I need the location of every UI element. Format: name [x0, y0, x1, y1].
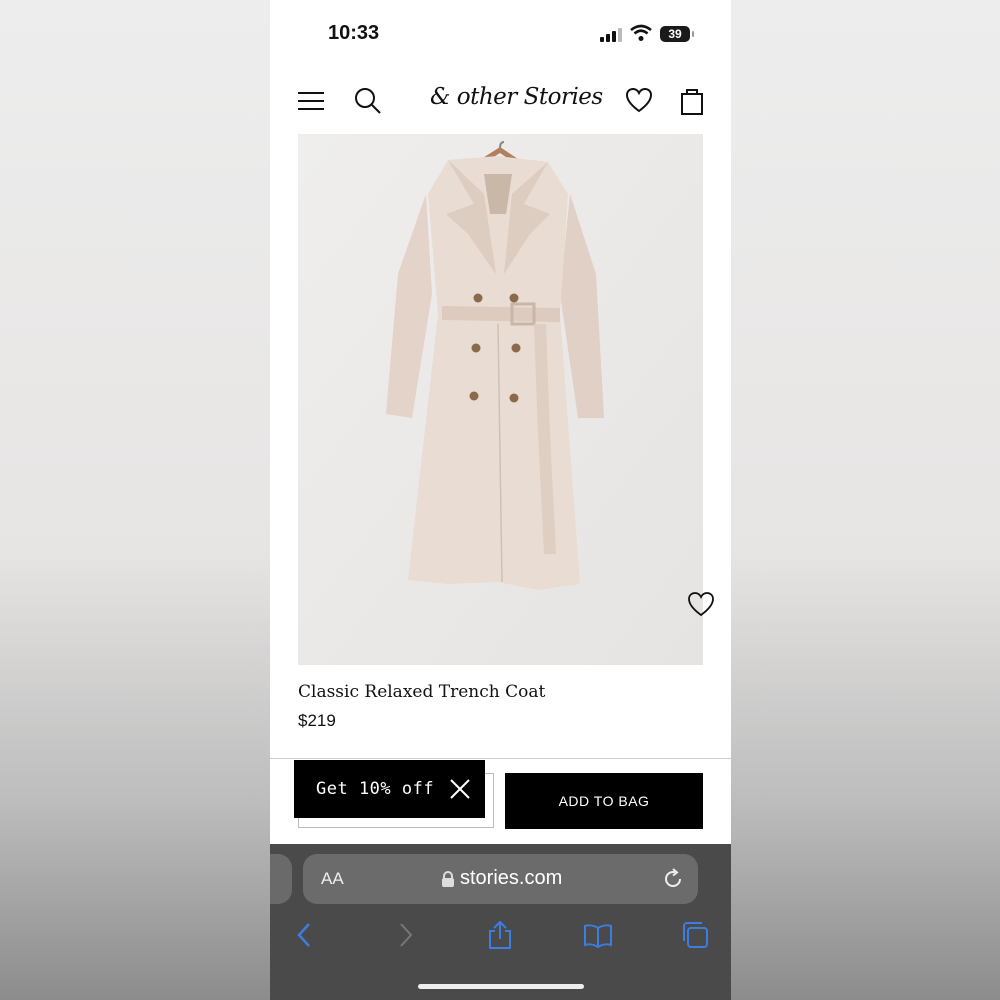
search-icon[interactable] [353, 86, 383, 116]
favorite-heart-icon[interactable] [686, 590, 716, 620]
text-size-button[interactable]: AA [321, 869, 344, 889]
product-name[interactable]: Classic Relaxed Trench Coat [298, 682, 545, 702]
divider [270, 758, 731, 759]
product-price: $219 [298, 711, 336, 730]
brand-logo[interactable]: & other Stories [430, 84, 603, 110]
reload-icon[interactable] [661, 867, 685, 891]
add-to-bag-button[interactable]: ADD TO BAG [505, 773, 703, 829]
clock: 10:33 [328, 22, 380, 44]
tabs-icon[interactable] [680, 920, 710, 950]
wifi-icon [630, 24, 652, 41]
browser-toolbar: AA stories.com [270, 844, 731, 1000]
forward-icon[interactable] [390, 920, 420, 950]
trench-coat-image [298, 134, 703, 665]
lock-icon [442, 871, 454, 887]
shopping-bag-icon[interactable] [678, 86, 708, 116]
status-bar: 10:33 39 [270, 0, 731, 70]
previous-tab-peek[interactable] [270, 854, 292, 904]
phone-screen: 10:33 39 & other Stories Classic Relaxed… [270, 0, 731, 1000]
browser-nav-bar [270, 916, 731, 956]
battery-indicator: 39 [660, 26, 690, 42]
share-icon[interactable] [485, 920, 515, 950]
close-icon[interactable] [449, 778, 471, 800]
battery-tip [692, 31, 694, 37]
url-text[interactable]: stories.com [460, 867, 562, 890]
wishlist-heart-icon[interactable] [624, 86, 654, 116]
bookmarks-icon[interactable] [583, 920, 613, 950]
site-header: & other Stories [270, 78, 731, 124]
home-indicator [418, 984, 584, 989]
background-left [0, 0, 270, 1000]
address-bar[interactable]: AA stories.com [303, 854, 698, 904]
promo-banner[interactable]: Get 10% off [294, 760, 485, 818]
background-right [731, 0, 1000, 1000]
cellular-signal-icon [600, 28, 622, 42]
back-icon[interactable] [290, 920, 320, 950]
promo-label: Get 10% off [316, 779, 435, 799]
menu-icon[interactable] [296, 86, 326, 116]
product-image[interactable] [298, 134, 714, 665]
